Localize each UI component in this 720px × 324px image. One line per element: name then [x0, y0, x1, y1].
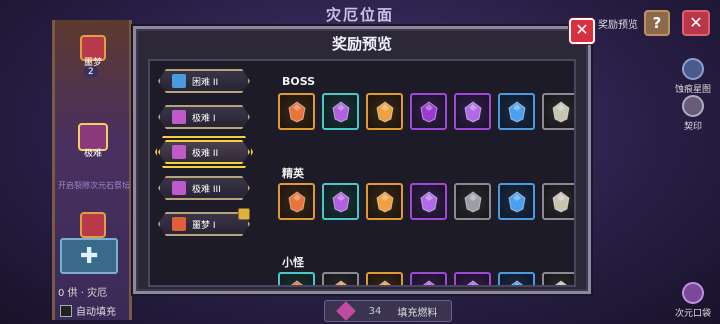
amber-gem-icon	[377, 279, 392, 285]
tower-node[interactable]	[80, 212, 106, 238]
difficulty-icon	[172, 181, 186, 195]
reward-row	[278, 183, 574, 220]
difficulty-tab[interactable]: 极难 I	[158, 105, 250, 129]
side-item-seal[interactable]: 契印	[670, 95, 716, 132]
starmap-icon	[682, 58, 704, 80]
purple-orb-icon	[331, 190, 350, 213]
reward-slot[interactable]	[278, 272, 315, 285]
auto-fill-label: 自动填充	[76, 307, 116, 318]
lock-icon	[238, 208, 250, 220]
reward-row	[278, 272, 574, 285]
reward-slot[interactable]	[410, 183, 447, 220]
difficulty-tab[interactable]: 噩梦 I	[158, 212, 250, 236]
reward-slot[interactable]	[454, 93, 491, 130]
difficulty-label: 噩梦 I	[192, 221, 216, 231]
side-item-starmap[interactable]: 蚀痕星图	[670, 58, 716, 95]
stone-icon	[553, 279, 568, 285]
reward-slot[interactable]	[410, 93, 447, 130]
reward-slot[interactable]	[322, 183, 359, 220]
violet-gem-icon	[419, 190, 438, 213]
side-item-label: 次元口袋	[674, 309, 711, 319]
blue-gem-icon	[507, 100, 526, 123]
close-scene-button[interactable]: ✕	[682, 10, 710, 36]
help-button[interactable]: ?	[644, 10, 670, 36]
reward-slot[interactable]	[542, 272, 574, 285]
reward-preview-label[interactable]: 奖励预览	[598, 16, 638, 31]
reward-row	[278, 93, 574, 130]
auto-fill-toggle[interactable]: 自动填充	[60, 303, 116, 318]
fuel-icon	[335, 301, 356, 321]
side-item-label: 契印	[683, 122, 702, 132]
pocket-icon	[682, 282, 704, 304]
amber-gem-icon	[333, 279, 348, 285]
checkbox-icon[interactable]	[60, 304, 72, 317]
difficulty-icon	[172, 217, 186, 231]
node-count: 2	[84, 67, 98, 77]
stone-icon	[551, 190, 570, 213]
stone-icon	[551, 100, 570, 123]
altar-hint: 开启裂隙次元石祭坛	[58, 181, 130, 190]
reward-slot[interactable]	[278, 183, 315, 220]
violet-gem-icon	[465, 279, 480, 285]
dialog-body: 困难 II 极难 I 极难 II 极难 III 噩梦 I BOSS 精英小怪	[148, 59, 576, 287]
difficulty-tab[interactable]: 困难 II	[158, 69, 250, 93]
close-dialog-button[interactable]: ✕	[569, 18, 595, 44]
fire-crystal-icon	[287, 100, 306, 123]
reward-slot[interactable]	[322, 93, 359, 130]
difficulty-label: 困难 II	[192, 78, 219, 88]
fill-fuel-label: 填充燃料	[397, 307, 438, 319]
difficulty-label: 极难 III	[192, 185, 221, 195]
reward-preview-dialog: 奖励预览 困难 II 极难 I 极难 II 极难 III 噩梦 I BOSS 精英小怪	[133, 26, 591, 294]
blue-gem-icon	[507, 190, 526, 213]
reward-section-title: BOSS	[282, 75, 316, 88]
reward-slot[interactable]	[410, 272, 447, 285]
difficulty-label: 极难 I	[192, 114, 216, 124]
fuel-count: 34	[368, 305, 382, 317]
reward-slot[interactable]	[498, 183, 535, 220]
difficulty-label: 极难 II	[192, 149, 219, 159]
blue-gem-icon	[509, 279, 524, 285]
seal-icon	[682, 95, 704, 117]
purple-orb-icon	[331, 100, 350, 123]
reward-slot[interactable]	[366, 183, 403, 220]
reward-slot[interactable]	[454, 183, 491, 220]
currency-text: 0 供 · 灾厄	[58, 288, 108, 299]
difficulty-icon	[172, 145, 186, 159]
purple-swirl-icon	[419, 100, 438, 123]
violet-gem-icon	[421, 279, 436, 285]
violet-gem-icon	[463, 100, 482, 123]
dialog-title: 奖励预览	[331, 35, 392, 53]
fire-crystal-icon	[289, 279, 304, 285]
tower-node-label: 极难	[83, 149, 102, 159]
reward-slot[interactable]	[454, 272, 491, 285]
difficulty-tab[interactable]: 极难 II	[158, 140, 250, 164]
side-item-pocket[interactable]: 次元口袋	[670, 282, 716, 319]
amber-gem-icon	[375, 100, 394, 123]
fill-fuel-button[interactable]: 34 填充燃料	[324, 300, 452, 322]
reward-slot[interactable]	[322, 272, 359, 285]
difficulty-icon	[172, 110, 186, 124]
ore-icon	[463, 190, 482, 213]
reward-slot[interactable]	[498, 272, 535, 285]
plus-icon: ✚	[80, 244, 99, 269]
side-item-label: 蚀痕星图	[674, 85, 711, 95]
fire-crystal-icon	[287, 190, 306, 213]
reward-slot[interactable]	[278, 93, 315, 130]
reward-slot[interactable]	[366, 93, 403, 130]
reward-section-title: 精英	[282, 167, 304, 180]
amber-gem-icon	[375, 190, 394, 213]
reward-slot[interactable]	[366, 272, 403, 285]
reward-slot[interactable]	[498, 93, 535, 130]
reward-slot[interactable]	[542, 93, 574, 130]
difficulty-icon	[172, 74, 186, 88]
reward-section-title: 小怪	[282, 256, 304, 269]
reward-slot[interactable]	[542, 183, 574, 220]
difficulty-tab[interactable]: 极难 III	[158, 176, 250, 200]
